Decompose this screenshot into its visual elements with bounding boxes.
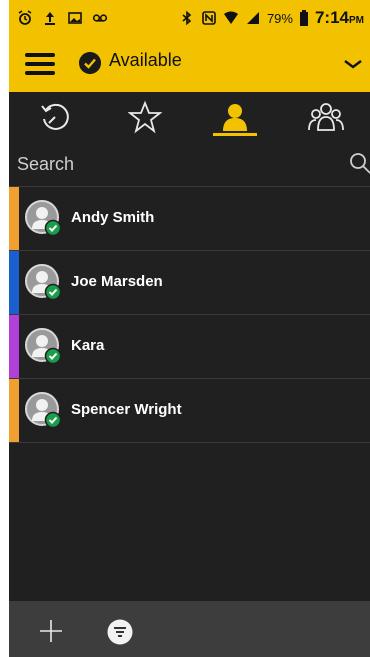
contact-row[interactable]: Joe Marsden [9,251,370,315]
group-icon [308,103,344,131]
bluetooth-icon [182,10,192,26]
contact-row[interactable]: Spencer Wright [9,379,370,443]
signal-icon [246,12,259,24]
contact-color-bar [9,251,19,314]
tab-recents[interactable] [9,92,99,142]
battery-percent: 79% [266,10,293,26]
tab-groups[interactable] [279,92,369,142]
search-bar [9,142,370,187]
search-icon[interactable] [349,152,370,174]
clock-time: 7:14 [314,8,349,27]
tab-favorites[interactable] [99,92,189,142]
filter-button[interactable] [107,619,133,645]
chevron-down-icon[interactable] [342,54,364,74]
search-input[interactable] [15,148,339,180]
presence-status[interactable]: Available [109,50,182,71]
contact-color-bar [9,187,19,250]
phone-frame: 79% 7:14PM Available Search Andy Smith J… [0,0,370,657]
clock: 7:14PM [315,8,364,28]
battery-icon [299,10,308,26]
tab-contacts[interactable] [189,92,279,142]
avatar [25,264,61,300]
add-contact-button[interactable] [39,619,63,643]
contact-name: Kara [71,337,105,354]
contact-row[interactable]: Andy Smith [9,187,370,251]
avatar [25,392,61,428]
wifi-icon [223,11,238,24]
contact-color-bar [9,315,19,378]
voicemail-icon [92,14,108,22]
nfc-icon [202,11,216,25]
contact-name: Andy Smith [71,209,155,226]
tab-bar [9,92,370,143]
avatar [25,200,61,236]
app-bar: Available [9,37,370,92]
upload-icon [45,12,55,25]
presence-check-icon [79,52,101,74]
history-icon [41,103,69,130]
avatar [25,328,61,364]
contact-name: Joe Marsden [71,273,163,290]
person-icon [223,104,247,131]
contact-list: Andy Smith Joe Marsden Kara Spencer Wrig… [9,187,370,443]
status-notifications [17,8,108,28]
status-system: 79% 7:14PM [179,8,364,28]
contact-row[interactable]: Kara [9,315,370,379]
menu-button[interactable] [25,53,55,75]
bottom-toolbar [9,601,370,657]
alarm-icon [18,10,32,25]
star-icon [128,100,162,134]
clock-ampm: PM [349,15,364,26]
active-tab-indicator [213,133,257,136]
contact-name: Spencer Wright [71,401,182,418]
app-screen: 79% 7:14PM Available Search Andy Smith J… [9,0,370,657]
image-icon [68,12,82,24]
status-bar: 79% 7:14PM [9,0,370,37]
contact-color-bar [9,379,19,442]
